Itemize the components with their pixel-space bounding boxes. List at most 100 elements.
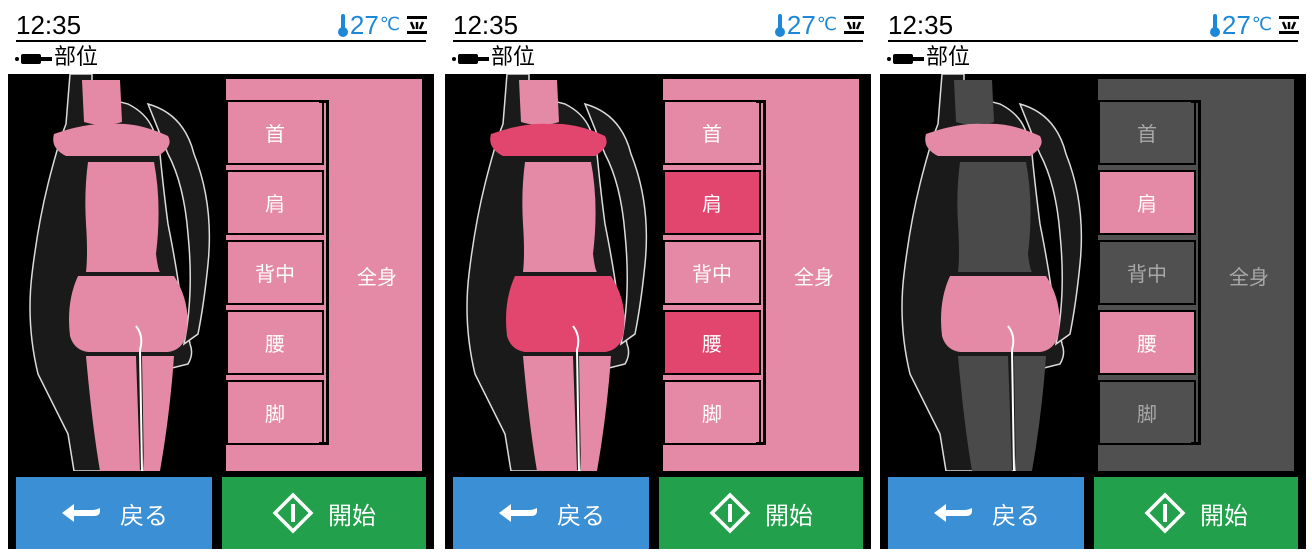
- part-label: 首: [265, 122, 285, 146]
- temperature-readout: 27 ℃: [336, 10, 400, 40]
- back-label: 戻る: [992, 501, 1040, 530]
- whole-body-label: 全身: [1229, 264, 1269, 289]
- waist-region: [69, 276, 188, 352]
- body-area: 首 肩 背中 腰 脚 全身: [8, 74, 434, 471]
- temperature-value: 27: [1221, 10, 1251, 40]
- legs-region: [958, 356, 1046, 471]
- title-bar: 部位: [445, 42, 871, 74]
- neck-region: [519, 80, 559, 125]
- part-button-back[interactable]: 背中: [1098, 240, 1196, 305]
- body-figure: [466, 74, 648, 471]
- part-button-legs[interactable]: 脚: [663, 380, 761, 445]
- button-bar: 戻る 開始: [445, 471, 871, 549]
- whole-body-label: 全身: [794, 264, 834, 289]
- part-label: 腰: [265, 332, 285, 356]
- part-button-neck[interactable]: 首: [1098, 100, 1196, 165]
- heater-icon: [844, 16, 864, 34]
- bracket-line: [756, 100, 766, 445]
- temperature-readout: 27 ℃: [773, 10, 837, 40]
- start-label: 開始: [328, 501, 376, 530]
- temperature-readout: 27 ℃: [1208, 10, 1272, 40]
- part-label: 肩: [1137, 192, 1157, 216]
- part-button-legs[interactable]: 脚: [226, 380, 324, 445]
- start-label: 開始: [765, 501, 813, 530]
- legs-region: [86, 356, 174, 471]
- neck-region: [82, 80, 122, 125]
- body-figure: [29, 74, 211, 471]
- back-button[interactable]: 戻る: [453, 477, 649, 549]
- part-button-waist[interactable]: 腰: [663, 310, 761, 375]
- start-diamond-icon: [272, 492, 314, 534]
- part-button-back[interactable]: 背中: [663, 240, 761, 305]
- body-figure: [901, 74, 1083, 471]
- temperature-value: 27: [786, 10, 816, 40]
- page-title: 部位: [926, 45, 971, 70]
- part-button-neck[interactable]: 首: [226, 100, 324, 165]
- temperature-unit: ℃: [816, 14, 837, 35]
- status-bar: 12:35 27 ℃: [880, 8, 1306, 42]
- clock: 12:35: [16, 10, 82, 40]
- start-button[interactable]: 開始: [659, 477, 863, 549]
- part-label: 背中: [255, 262, 295, 286]
- plug-icon: [452, 54, 489, 64]
- title-bar: 部位: [880, 42, 1306, 74]
- plug-icon: [15, 54, 52, 64]
- waist-region: [506, 276, 625, 352]
- whole-body-button[interactable]: 全身: [771, 79, 857, 471]
- whole-body-label: 全身: [357, 264, 397, 289]
- temperature-unit: ℃: [1251, 14, 1272, 35]
- back-label: 戻る: [557, 501, 605, 530]
- button-bar: 戻る 開始: [8, 471, 434, 549]
- part-label: 腰: [702, 332, 722, 356]
- back-arrow-icon: [62, 504, 100, 522]
- start-button[interactable]: 開始: [222, 477, 426, 549]
- start-label: 開始: [1200, 501, 1248, 530]
- back-label: 戻る: [120, 501, 168, 530]
- thermometer-icon: [774, 14, 785, 37]
- back-arrow-icon: [934, 504, 972, 522]
- part-button-shoulder[interactable]: 肩: [663, 170, 761, 235]
- part-button-back[interactable]: 背中: [226, 240, 324, 305]
- title-bar: 部位: [8, 42, 434, 74]
- part-button-waist[interactable]: 腰: [226, 310, 324, 375]
- whole-body-button[interactable]: 全身: [334, 79, 420, 471]
- heater-icon: [407, 16, 427, 34]
- back-region: [85, 162, 160, 272]
- start-diamond-icon: [1144, 492, 1186, 534]
- back-button[interactable]: 戻る: [16, 477, 212, 549]
- part-label: 肩: [265, 192, 285, 216]
- screen-shoulder-waist-only: 12:35 27 ℃ 部位 首 肩 背中 腰 脚 全身 戻る 開始: [880, 8, 1306, 549]
- legs-region: [523, 356, 611, 471]
- back-button[interactable]: 戻る: [888, 477, 1084, 549]
- bracket-line: [1191, 100, 1201, 445]
- bracket-line: [319, 100, 329, 445]
- page-title: 部位: [54, 45, 99, 70]
- part-label: 脚: [1137, 402, 1157, 426]
- part-label: 脚: [265, 402, 285, 426]
- temperature-unit: ℃: [379, 14, 400, 35]
- body-area: 首 肩 背中 腰 脚 全身: [880, 74, 1306, 471]
- part-label: 首: [1137, 122, 1157, 146]
- status-bar: 12:35 27 ℃: [8, 8, 434, 42]
- screen-shoulder-waist-highlight: 12:35 27 ℃ 部位 首 肩 背中 腰 脚 全身 戻る 開始: [445, 8, 871, 549]
- back-region: [957, 162, 1032, 272]
- whole-body-button[interactable]: 全身: [1206, 79, 1292, 471]
- part-button-waist[interactable]: 腰: [1098, 310, 1196, 375]
- part-label: 脚: [702, 402, 722, 426]
- part-label: 腰: [1137, 332, 1157, 356]
- part-button-shoulder[interactable]: 肩: [226, 170, 324, 235]
- button-bar: 戻る 開始: [880, 471, 1306, 549]
- part-button-legs[interactable]: 脚: [1098, 380, 1196, 445]
- screen-all-selected: 12:35 27 ℃ 部位 首 肩 背中 腰 脚 全身 戻る 開始: [8, 8, 434, 549]
- part-button-neck[interactable]: 首: [663, 100, 761, 165]
- part-label: 背中: [1127, 262, 1167, 286]
- page-title: 部位: [491, 45, 536, 70]
- part-button-shoulder[interactable]: 肩: [1098, 170, 1196, 235]
- start-button[interactable]: 開始: [1094, 477, 1298, 549]
- body-area: 首 肩 背中 腰 脚 全身: [445, 74, 871, 471]
- thermometer-icon: [1209, 14, 1220, 37]
- neck-region: [954, 80, 994, 125]
- temperature-value: 27: [349, 10, 379, 40]
- part-label: 肩: [702, 192, 722, 216]
- clock: 12:35: [453, 10, 519, 40]
